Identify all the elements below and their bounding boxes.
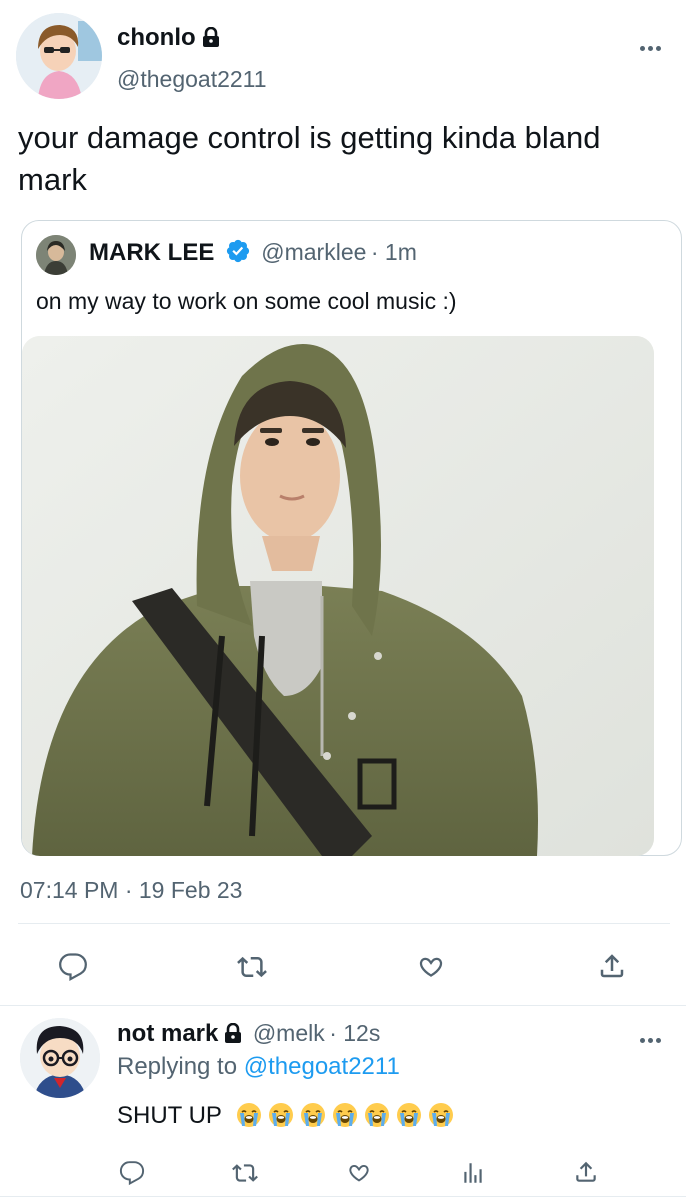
reply-text-line: SHUT UP bbox=[117, 1102, 454, 1135]
quoted-handle[interactable]: @marklee bbox=[261, 239, 366, 265]
more-icon[interactable] bbox=[638, 1030, 662, 1048]
crying-emoji-icon bbox=[396, 1102, 422, 1135]
reply-avatar-illustration bbox=[20, 1018, 100, 1098]
crying-emoji-icon bbox=[268, 1102, 294, 1135]
reply-text: SHUT UP bbox=[117, 1102, 222, 1129]
share-icon[interactable] bbox=[594, 948, 630, 984]
divider bbox=[0, 1196, 686, 1197]
quoted-tweet-card[interactable]: MARK LEE @marklee · 1m on my way to work… bbox=[21, 220, 682, 856]
replying-to-link[interactable]: @thegoat2211 bbox=[244, 1053, 400, 1080]
display-name[interactable]: chonlo bbox=[117, 24, 196, 51]
quoted-avatar bbox=[36, 235, 76, 275]
handle[interactable]: @thegoat2211 bbox=[117, 66, 267, 93]
like-icon[interactable] bbox=[413, 950, 449, 984]
reply-author-line: not mark @melk · 12s bbox=[117, 1020, 380, 1048]
retweet-icon[interactable] bbox=[228, 1158, 262, 1188]
crying-emoji-icon bbox=[332, 1102, 358, 1135]
replying-prefix: Replying to bbox=[117, 1053, 238, 1080]
quoted-display-name[interactable]: MARK LEE bbox=[89, 239, 214, 266]
crying-emoji-icon bbox=[236, 1102, 262, 1135]
verified-badge-icon bbox=[225, 238, 251, 269]
analytics-icon[interactable] bbox=[458, 1158, 488, 1188]
tweet-text: your damage control is getting kinda bla… bbox=[18, 120, 601, 197]
divider bbox=[0, 1005, 686, 1006]
divider bbox=[18, 923, 670, 924]
reply-display-name[interactable]: not mark bbox=[117, 1020, 218, 1047]
reply-handle[interactable]: @melk bbox=[253, 1020, 325, 1046]
crying-emoji-row bbox=[236, 1102, 454, 1135]
replying-to-line: Replying to @thegoat2211 bbox=[117, 1053, 400, 1081]
more-icon[interactable] bbox=[638, 38, 662, 56]
quoted-tweet-text: on my way to work on some cool music :) bbox=[36, 288, 457, 314]
quoted-time: · 1m bbox=[370, 239, 417, 265]
share-icon[interactable] bbox=[570, 1156, 602, 1188]
like-icon[interactable] bbox=[343, 1158, 375, 1188]
avatar[interactable] bbox=[16, 13, 102, 99]
quoted-photo[interactable] bbox=[22, 336, 654, 856]
retweet-icon[interactable] bbox=[232, 950, 272, 984]
reply-time: · 12s bbox=[329, 1020, 381, 1046]
crying-emoji-icon bbox=[428, 1102, 454, 1135]
quoted-author-line: MARK LEE @marklee · 1m bbox=[89, 238, 417, 269]
timestamp[interactable]: 07:14 PM · 19 Feb 23 bbox=[20, 877, 242, 904]
lock-icon bbox=[202, 26, 220, 52]
reply-icon[interactable] bbox=[116, 1158, 148, 1188]
crying-emoji-icon bbox=[364, 1102, 390, 1135]
person-photo-illustration bbox=[22, 336, 654, 856]
reply-avatar[interactable] bbox=[20, 1018, 100, 1098]
avatar-illustration bbox=[16, 13, 102, 99]
crying-emoji-icon bbox=[300, 1102, 326, 1135]
author-line: chonlo bbox=[117, 24, 220, 52]
reply-icon[interactable] bbox=[55, 950, 91, 984]
lock-icon bbox=[224, 1022, 242, 1048]
